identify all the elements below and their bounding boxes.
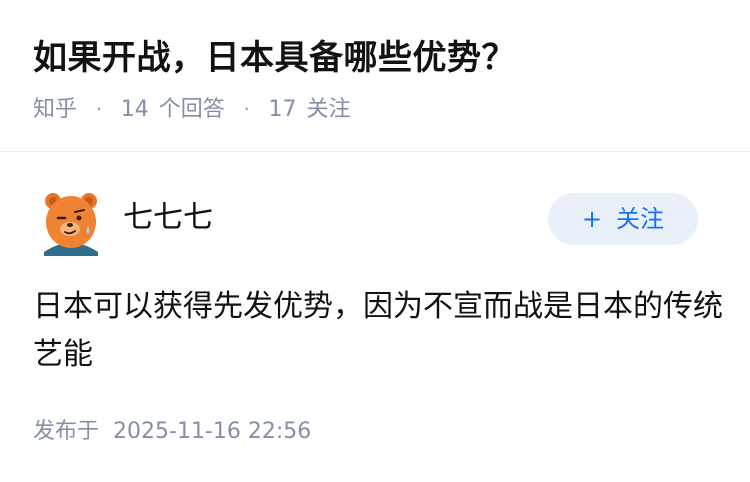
- page: 如果开战，日本具备哪些优势？ 知乎 · 14 个回答 · 17 关注 七七七 +…: [0, 0, 750, 482]
- follow-button-label: 关注: [616, 205, 665, 233]
- answers-label[interactable]: 个回答: [159, 97, 225, 122]
- question-meta: 知乎 · 14 个回答 · 17 关注: [33, 94, 351, 126]
- separator-dot: ·: [96, 99, 102, 120]
- answer-content[interactable]: 日本可以获得先发优势，因为不宣而战是日本的传统艺能: [33, 283, 723, 379]
- question-title[interactable]: 如果开战，日本具备哪些优势？: [33, 36, 516, 80]
- followers-label: 关注: [306, 97, 351, 122]
- answer-time: 发布于 2025-11-16 22:56: [33, 416, 311, 448]
- question-header: 如果开战，日本具备哪些优势？ 知乎 · 14 个回答 · 17 关注: [0, 0, 750, 151]
- answers-count: 14: [120, 97, 149, 122]
- separator-dot: ·: [243, 99, 250, 120]
- author-name[interactable]: 七七七: [123, 198, 213, 238]
- bear-avatar-icon[interactable]: [38, 190, 104, 256]
- source-label[interactable]: 知乎: [33, 97, 77, 122]
- plus-icon: +: [581, 205, 603, 233]
- follow-button[interactable]: + 关注: [548, 193, 698, 245]
- answer-card: 七七七 + 关注 日本可以获得先发优势，因为不宣而战是日本的传统艺能 发布于 202…: [0, 152, 750, 482]
- published-label: 发布于: [33, 419, 100, 444]
- published-time: 2025-11-16 22:56: [113, 419, 312, 444]
- followers-count: 17: [268, 97, 297, 122]
